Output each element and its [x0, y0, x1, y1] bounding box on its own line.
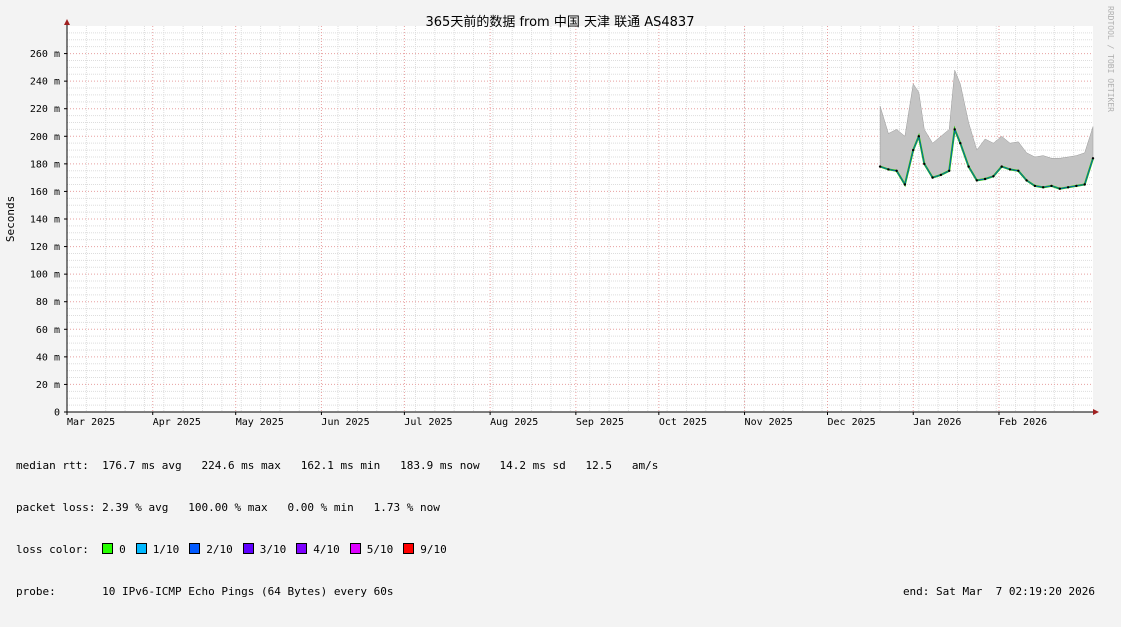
loss-color-item: 2/10: [189, 543, 233, 556]
median-point: [931, 176, 934, 179]
loss-color-item: 5/10: [349, 543, 394, 556]
x-tick-label: May 2025: [236, 417, 284, 428]
loss-color-value: 0: [119, 543, 126, 556]
y-tick-label: 260 m: [30, 49, 60, 60]
median-rtt-values: 176.7 ms avg 224.6 ms max 162.1 ms min 1…: [102, 459, 659, 472]
loss-color-item: 0: [102, 543, 126, 556]
median-point: [887, 168, 890, 171]
median-point: [1008, 168, 1012, 171]
loss-color-item: 9/10: [403, 543, 447, 556]
median-rtt-label: median rtt:: [16, 459, 89, 472]
x-tick-label: Mar 2025: [67, 417, 115, 428]
median-point: [992, 175, 995, 178]
x-tick-label: Apr 2025: [153, 417, 201, 428]
end-time: end: Sat Mar 7 02:19:20 2026: [902, 585, 1095, 598]
median-point: [953, 128, 956, 131]
probe-label: probe:: [16, 585, 56, 598]
y-tick-label: 40 m: [36, 352, 60, 363]
median-point: [1017, 169, 1020, 172]
median-point: [1083, 183, 1086, 186]
packet-loss-row: packet loss: 2.39 % avg 100.00 % max 0.0…: [16, 501, 1111, 515]
x-tick-label: Aug 2025: [490, 417, 538, 428]
x-tick-label: Feb 2026: [999, 417, 1047, 428]
y-tick-label: 240 m: [30, 77, 60, 88]
x-tick-label: Sep 2025: [576, 417, 624, 428]
loss-color-swatch: [403, 543, 415, 554]
loss-color-value: 1/10: [152, 543, 180, 556]
y-tick-label: 0: [54, 408, 60, 419]
loss-color-swatch: [349, 543, 361, 554]
loss-color-swatch: [135, 543, 147, 554]
packet-loss-values: 2.39 % avg 100.00 % max 0.00 % min 1.73 …: [102, 501, 440, 514]
y-tick-label: 20 m: [36, 380, 60, 391]
loss-color-item: 4/10: [296, 543, 340, 556]
median-point: [912, 148, 915, 152]
median-point: [895, 169, 898, 172]
loss-color-value: 3/10: [259, 543, 287, 556]
loss-color-label: loss color:: [16, 543, 89, 556]
median-point: [1058, 187, 1062, 190]
median-point: [923, 162, 926, 166]
median-point: [1000, 165, 1003, 168]
median-point: [959, 142, 962, 145]
y-tick-label: 140 m: [30, 215, 60, 226]
median-point: [983, 177, 987, 181]
median-point: [1025, 179, 1028, 182]
y-tick-label: 120 m: [30, 242, 60, 253]
median-rtt-row: median rtt: 176.7 ms avg 224.6 ms max 16…: [16, 459, 1111, 473]
median-point: [1042, 186, 1045, 189]
median-point: [1091, 157, 1095, 160]
packet-loss-label: packet loss:: [16, 501, 96, 514]
loss-color-value: 2/10: [206, 543, 233, 556]
stats-legend: median rtt: 176.7 ms avg 224.6 ms max 16…: [16, 431, 1111, 627]
loss-color-swatch: [102, 543, 114, 554]
loss-color-item: 1/10: [135, 543, 180, 556]
chart-title: 365天前的数据 from 中国 天津 联通 AS4837: [426, 14, 695, 30]
median-point: [1075, 184, 1078, 188]
x-tick-label: Jul 2025: [404, 417, 452, 428]
median-point: [967, 165, 970, 168]
x-tick-label: Jun 2025: [321, 417, 369, 428]
loss-color-swatch: [242, 543, 254, 554]
probe-value: 10 IPv6-ICMP Echo Pings (64 Bytes) every…: [102, 585, 394, 598]
y-tick-label: 200 m: [30, 132, 60, 143]
y-axis-label: Seconds: [4, 196, 17, 242]
y-tick-label: 100 m: [30, 270, 60, 281]
loss-color-row: loss color: 0 1/10 2/10 3/10 4/10 5/10 9/10: [16, 543, 1111, 557]
median-point: [948, 169, 951, 172]
x-tick-label: Oct 2025: [659, 417, 707, 428]
median-point: [878, 165, 882, 168]
x-tick-label: Dec 2025: [828, 417, 876, 428]
median-point: [975, 179, 978, 182]
smokeping-graph: 0 20 m 40 m 60 m 80 m 100 m 120 m 140 m 160 m 180…: [0, 0, 1121, 598]
loss-color-value: 9/10: [420, 543, 447, 556]
median-point: [1033, 184, 1037, 188]
loss-color-swatch: [189, 543, 201, 554]
y-tick-label: 80 m: [36, 297, 60, 308]
median-point: [1066, 186, 1070, 189]
loss-color-swatch: [296, 543, 308, 554]
median-point: [903, 183, 907, 186]
loss-color-item: 3/10: [242, 543, 287, 556]
median-point: [1050, 184, 1053, 188]
y-tick-label: 220 m: [30, 104, 60, 115]
x-tick-label: Nov 2025: [745, 417, 793, 428]
y-tick-label: 180 m: [30, 159, 60, 170]
rrdtool-watermark: RRDTOOL / TOBI OETIKER: [1106, 6, 1115, 112]
median-point: [917, 135, 920, 138]
probe-row: probe: 10 IPv6-ICMP Echo Pings (64 Bytes…: [16, 585, 1111, 599]
loss-color-value: 4/10: [313, 543, 340, 556]
x-tick-label: Jan 2026: [913, 417, 961, 428]
median-point: [939, 173, 943, 177]
y-tick-label: 160 m: [30, 187, 60, 198]
latency-chart: 0 20 m 40 m 60 m 80 m 100 m 120 m 140 m 160 m 180…: [0, 0, 1121, 430]
loss-color-value: 5/10: [366, 543, 394, 556]
y-tick-label: 60 m: [36, 325, 60, 336]
loss-color-swatches: 0 1/10 2/10 3/10 4/10 5/10 9/10: [102, 543, 457, 556]
